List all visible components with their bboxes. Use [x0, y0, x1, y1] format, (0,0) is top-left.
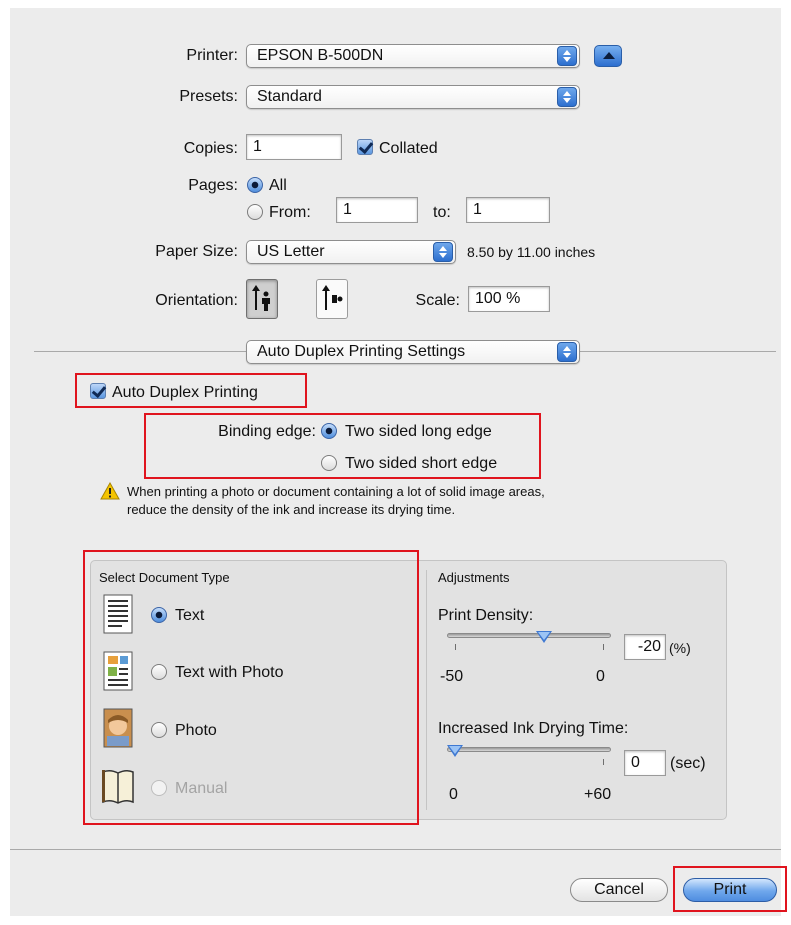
paper-dimensions: 8.50 by 11.00 inches [467, 244, 596, 260]
drying-min-label: 0 [449, 786, 458, 803]
orientation-label: Orientation: [155, 292, 238, 309]
print-density-label: Print Density: [438, 607, 534, 624]
landscape-orientation-button[interactable] [316, 279, 348, 319]
drying-time-label: Increased Ink Drying Time: [438, 720, 629, 737]
warning-line-2: reduce the density of the ink and increa… [127, 502, 456, 517]
paper-size-label: Paper Size: [155, 243, 238, 260]
pages-from-field[interactable]: 1 [336, 197, 418, 223]
pages-label: Pages: [188, 177, 238, 194]
presets-value: Standard [257, 88, 322, 105]
print-density-slider-thumb[interactable] [535, 631, 552, 643]
collated-checkbox[interactable] [357, 139, 373, 155]
tick-mark [455, 644, 456, 650]
presets-popup[interactable]: Standard [246, 85, 580, 109]
pages-to-label: to: [433, 204, 451, 221]
highlight-binding-edge [144, 413, 541, 479]
pages-from-radio[interactable] [247, 204, 263, 220]
print-density-slider-track[interactable] [447, 633, 611, 638]
print-density-unit: (%) [669, 640, 691, 656]
portrait-icon [252, 285, 270, 311]
drying-time-slider-thumb[interactable] [447, 745, 463, 757]
pages-to-field[interactable]: 1 [466, 197, 550, 223]
presets-label: Presets: [179, 88, 238, 105]
collated-label: Collated [379, 140, 438, 157]
paper-size-popup[interactable]: US Letter [246, 240, 456, 264]
scale-field[interactable]: 100 % [468, 286, 550, 312]
bottom-divider [10, 849, 781, 850]
panel-selector-popup[interactable]: Auto Duplex Printing Settings [246, 340, 580, 364]
copies-field[interactable]: 1 [246, 134, 342, 160]
copies-label: Copies: [183, 140, 238, 157]
density-min-label: -50 [440, 668, 464, 685]
highlight-auto-duplex [75, 373, 307, 408]
tick-mark [603, 644, 604, 650]
warning-line-1: When printing a photo or document contai… [127, 484, 545, 499]
panel-selector-value: Auto Duplex Printing Settings [257, 343, 466, 360]
portrait-orientation-button[interactable] [246, 279, 278, 319]
landscape-icon [322, 285, 343, 310]
warning-icon [100, 482, 120, 500]
printer-label: Printer: [186, 47, 238, 64]
drying-time-field[interactable]: 0 [624, 750, 666, 776]
pages-from-label: From: [269, 204, 311, 221]
pages-all-radio[interactable] [247, 177, 263, 193]
highlight-doc-type [83, 550, 419, 825]
popup-arrows-icon [557, 87, 577, 107]
popup-arrows-icon [433, 242, 453, 262]
cancel-button[interactable]: Cancel [570, 878, 668, 902]
drying-max-label: +60 [584, 786, 612, 803]
collapse-details-button[interactable] [594, 45, 622, 67]
density-max-label: 0 [596, 668, 605, 685]
printer-popup[interactable]: EPSON B-500DN [246, 44, 580, 68]
popup-arrows-icon [557, 46, 577, 66]
tick-mark [603, 759, 604, 765]
paper-size-value: US Letter [257, 243, 325, 260]
pages-all-label: All [269, 177, 287, 194]
drying-time-unit: (sec) [670, 755, 706, 772]
adjustments-title: Adjustments [438, 570, 510, 585]
printer-value: EPSON B-500DN [257, 47, 384, 64]
print-density-field[interactable]: -20 [624, 634, 666, 660]
drying-time-slider-track[interactable] [447, 747, 611, 752]
highlight-print-button [673, 866, 787, 912]
popup-arrows-icon [557, 342, 577, 362]
scale-label: Scale: [415, 292, 460, 309]
group-separator [426, 570, 427, 810]
